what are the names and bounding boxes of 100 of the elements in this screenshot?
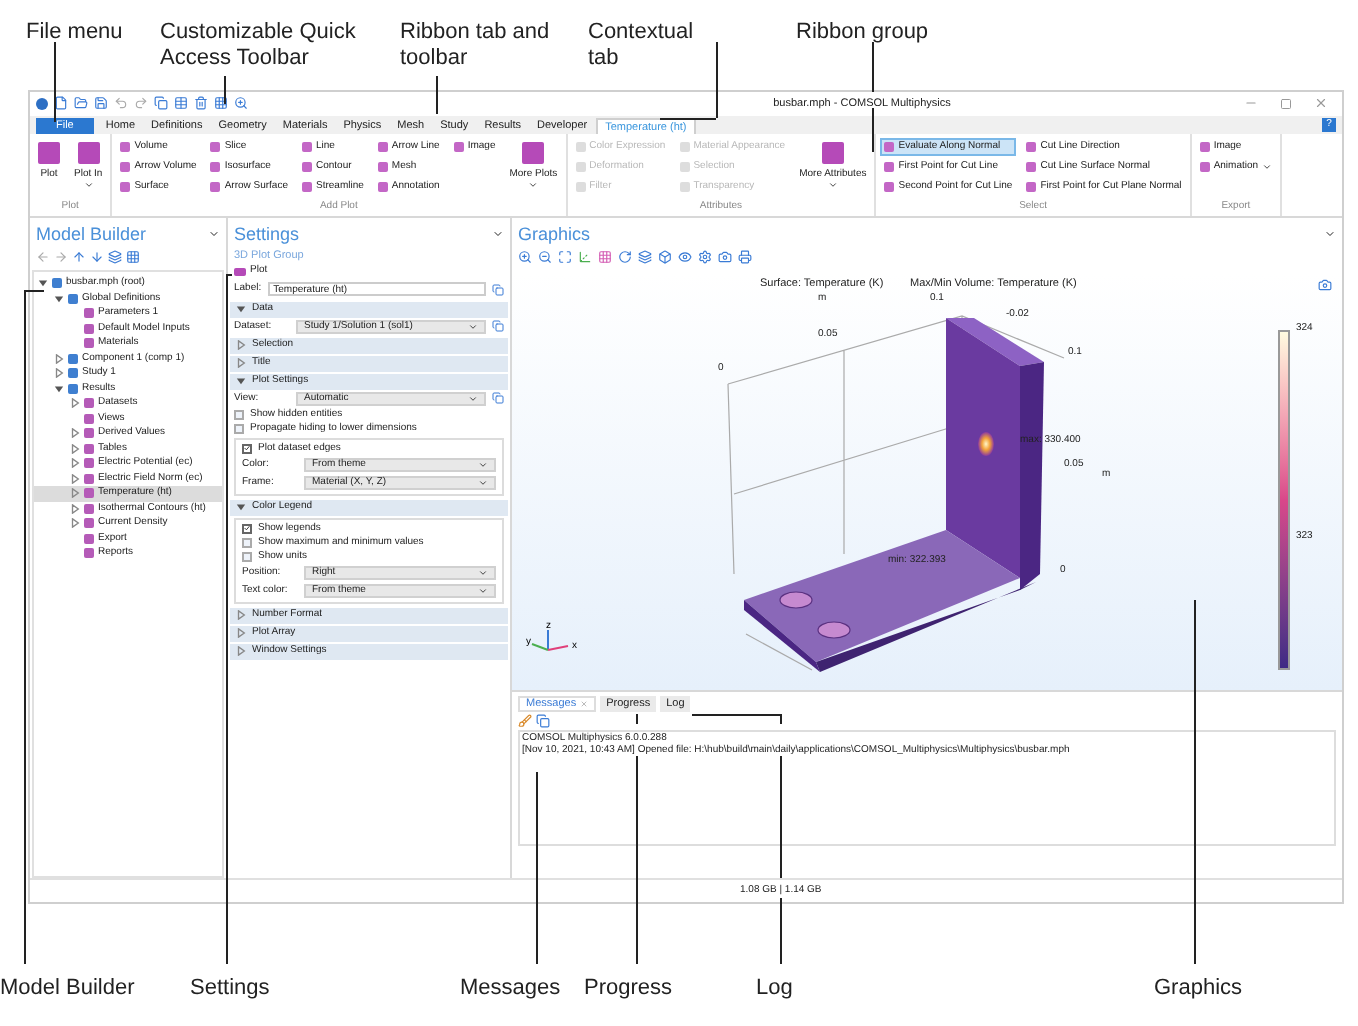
leader-line — [780, 898, 782, 964]
callout-label: Settings — [190, 974, 270, 1004]
new-file-icon[interactable] — [54, 96, 68, 111]
node-icon — [84, 503, 94, 514]
save-icon[interactable] — [94, 96, 108, 111]
node-icon — [68, 293, 78, 304]
copy-icon[interactable] — [536, 714, 550, 729]
cube-icon[interactable] — [658, 250, 672, 265]
node-icon — [84, 323, 94, 334]
delete-icon[interactable] — [194, 96, 208, 111]
expand-arrow-icon — [236, 304, 246, 315]
node-icon — [84, 533, 94, 544]
node-icon — [84, 338, 94, 349]
expand-arrow-icon[interactable] — [38, 278, 48, 289]
expand-arrow-icon[interactable] — [70, 473, 80, 484]
node-icon — [84, 443, 94, 454]
zoom-out-icon[interactable] — [538, 250, 552, 265]
callout-label: Ribbon group — [796, 20, 931, 46]
expand-arrow-icon[interactable] — [70, 398, 80, 409]
app-logo-icon — [36, 97, 48, 110]
print-icon[interactable] — [738, 250, 752, 265]
callout-label: Model Builder — [0, 974, 135, 1004]
layers-icon[interactable] — [108, 249, 122, 264]
close-icon[interactable] — [1314, 96, 1328, 111]
expand-arrow-icon[interactable] — [54, 368, 64, 379]
expand-arrow-icon[interactable] — [70, 443, 80, 454]
settings-side-button-icon[interactable] — [492, 283, 504, 296]
callout-label: Ribbon tab and toolbar — [400, 20, 552, 72]
settings-side-button-icon[interactable] — [492, 320, 504, 333]
expand-arrow-icon[interactable] — [70, 458, 80, 469]
checkbox[interactable] — [242, 443, 252, 454]
plot-icon — [234, 268, 246, 277]
callout-label: Progress — [584, 974, 673, 1004]
checkbox[interactable] — [242, 537, 252, 548]
maximize-icon[interactable] — [1280, 97, 1292, 110]
zoom-in-icon[interactable] — [518, 250, 532, 265]
rotate-icon[interactable] — [618, 250, 632, 265]
callout-label: File menu — [26, 20, 125, 46]
camera-icon[interactable] — [718, 250, 732, 265]
panel-menu-icon[interactable] — [492, 228, 504, 241]
zoom-extents-icon[interactable] — [558, 250, 572, 265]
node-icon — [84, 398, 94, 409]
node-icon — [84, 413, 94, 424]
down-arrow-icon[interactable] — [90, 249, 104, 264]
expand-arrow-icon[interactable] — [54, 383, 64, 394]
leader-line — [780, 756, 782, 878]
expand-arrow-icon[interactable] — [54, 353, 64, 364]
brush-icon[interactable] — [518, 714, 532, 729]
zoom-icon[interactable] — [234, 96, 248, 111]
undo-icon[interactable] — [114, 96, 128, 111]
up-arrow-icon[interactable] — [72, 249, 86, 264]
plot-icon — [522, 141, 545, 164]
panel-menu-icon[interactable] — [208, 228, 220, 241]
table-icon[interactable] — [174, 96, 188, 111]
forward-arrow-icon[interactable] — [54, 249, 68, 264]
node-icon — [68, 353, 78, 364]
node-icon — [84, 428, 94, 439]
node-icon — [84, 488, 94, 499]
checkbox[interactable] — [242, 551, 252, 562]
leader-line — [872, 108, 874, 152]
node-icon — [84, 548, 94, 559]
open-folder-icon[interactable] — [74, 96, 88, 111]
expand-arrow-icon[interactable] — [70, 518, 80, 529]
callout-label: Messages — [460, 974, 561, 1004]
expand-arrow-icon — [236, 502, 246, 513]
expand-arrow-icon[interactable] — [70, 428, 80, 439]
checkbox[interactable] — [242, 523, 252, 534]
panel-menu-icon[interactable] — [1324, 228, 1336, 241]
callout-label: Graphics — [1154, 974, 1243, 1004]
eye-icon[interactable] — [678, 250, 692, 265]
node-icon — [68, 383, 78, 394]
panel-title: Graphics — [518, 221, 591, 248]
settings-side-button-icon[interactable] — [492, 392, 504, 405]
caret-icon — [468, 321, 478, 332]
checkbox[interactable] — [234, 423, 244, 434]
caret-icon — [468, 393, 478, 404]
camera-icon[interactable] — [1318, 277, 1332, 292]
node-icon — [84, 518, 94, 529]
plot-icon — [38, 141, 60, 164]
axes-icon[interactable] — [578, 250, 592, 265]
copy-icon[interactable] — [154, 96, 168, 111]
redo-icon[interactable] — [134, 96, 148, 111]
expand-arrow-icon[interactable] — [70, 503, 80, 514]
plot-icon — [821, 141, 844, 164]
callout-label: Contextual tab — [588, 20, 696, 72]
callout-label: Log — [756, 974, 793, 1004]
layers-icon[interactable] — [638, 250, 652, 265]
plot-icon — [453, 141, 464, 152]
node-icon — [84, 458, 94, 469]
checkbox[interactable] — [234, 409, 244, 420]
settings-icon[interactable] — [698, 250, 712, 265]
grid-icon[interactable] — [214, 96, 228, 111]
node-icon — [52, 278, 62, 289]
back-arrow-icon[interactable] — [36, 249, 50, 264]
leader-line — [436, 76, 438, 114]
node-icon — [68, 368, 78, 379]
leader-line — [224, 76, 226, 104]
panel-title: Model Builder — [36, 221, 147, 248]
callout-label: Customizable Quick Access Toolbar — [160, 20, 358, 72]
expand-arrow-icon[interactable] — [54, 293, 64, 304]
